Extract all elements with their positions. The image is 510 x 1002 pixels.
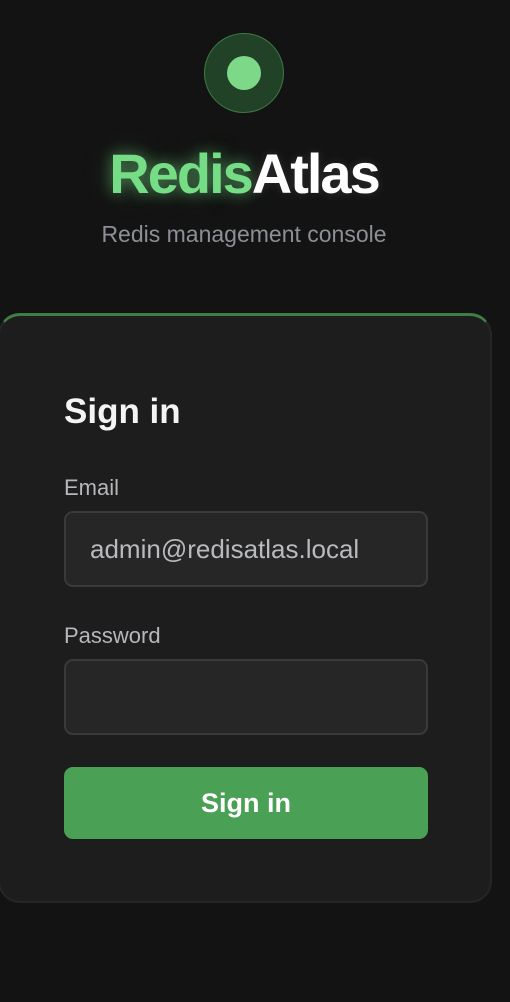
logo-dot [227,56,261,90]
password-label: Password [64,623,161,648]
password-field[interactable] [64,659,428,735]
logo-icon [204,33,284,113]
email-field[interactable] [64,511,428,587]
brand-name-atlas: Atlas [251,142,381,205]
brand-name-redis: Redis [109,142,253,205]
card-title: Sign in [64,392,181,431]
sign-in-button[interactable]: Sign in [64,767,428,839]
email-label: Email [64,475,120,500]
brand-title: RedisAtlas [0,141,488,207]
login-page: RedisAtlas Redis management console Sign… [0,0,510,1002]
brand-subtitle: Redis management console [101,221,387,247]
login-card: Sign in Email Password Sign in [0,313,492,903]
